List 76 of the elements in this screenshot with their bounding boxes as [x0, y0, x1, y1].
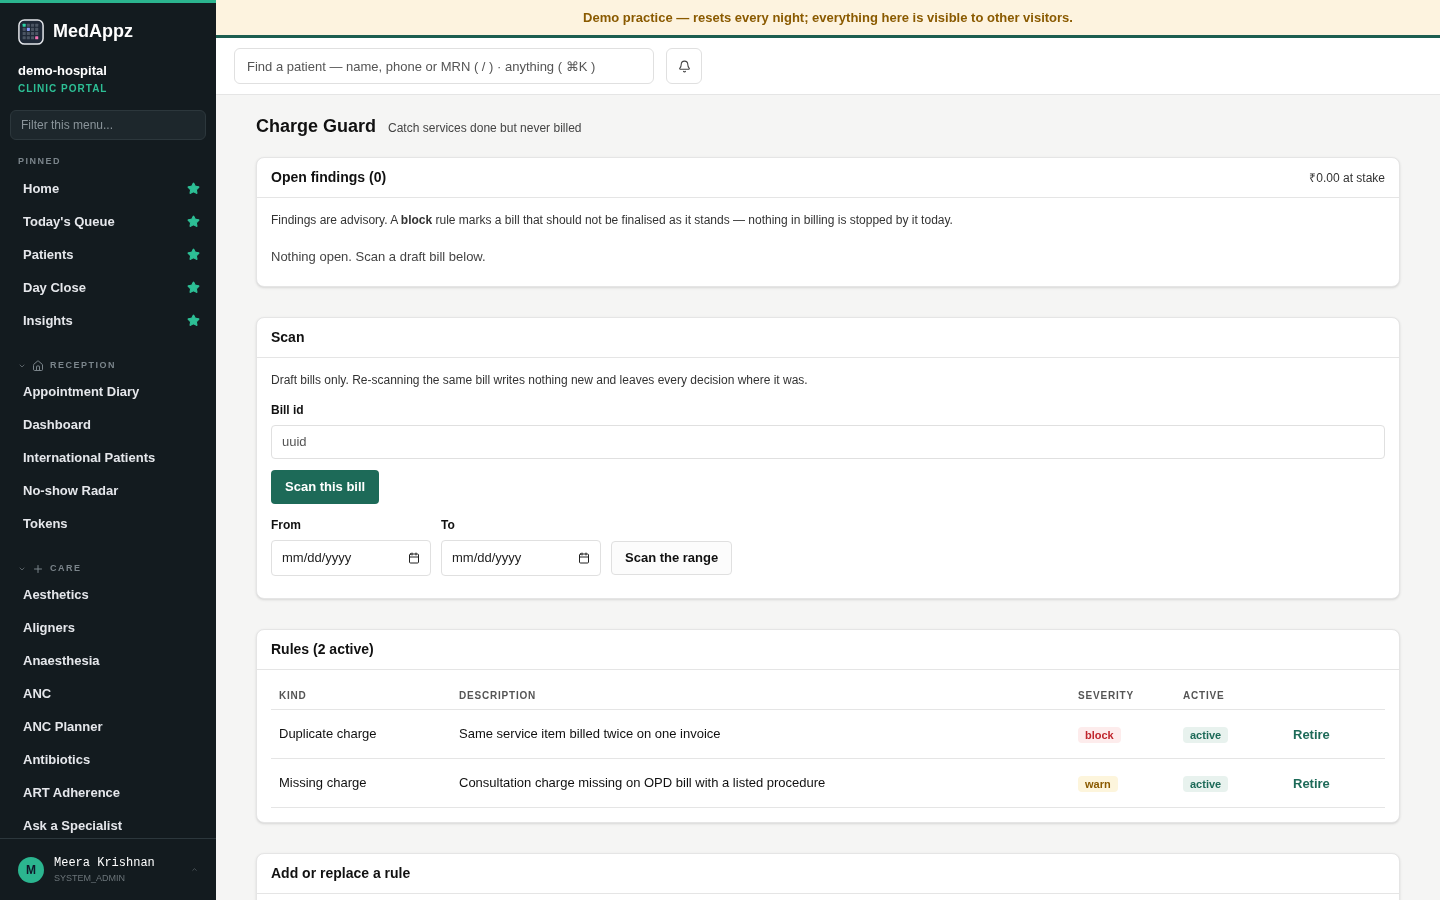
calendar-icon[interactable]	[408, 551, 420, 564]
sidebar-item[interactable]: Dashboard	[0, 408, 216, 441]
empty-message: Nothing open. Scan a draft bill below.	[271, 248, 487, 266]
calendar-icon[interactable]	[578, 551, 590, 564]
card-title: Rules (2 active)	[271, 639, 374, 659]
status-badge: active	[1183, 776, 1229, 792]
amount-at-stake: ₹0.00 at stake	[1309, 169, 1385, 187]
card-title: Open findings (0)	[271, 168, 387, 187]
user-avatar: M	[18, 856, 44, 883]
sidebar-item[interactable]: Aesthetics	[0, 578, 216, 611]
sidebar-item[interactable]: ANC	[0, 677, 216, 710]
field-label: From	[271, 516, 302, 534]
sidebar-item[interactable]: Appointment Diary	[0, 375, 216, 408]
sidebar-item[interactable]: Patients	[0, 238, 216, 271]
field-label: Bill id	[271, 401, 305, 419]
advisory-note: Findings are advisory. A block rule marks a bill that should not be finalised as it stands — nothing in billing is stopped by it today.	[271, 212, 954, 229]
column-header: KIND	[271, 681, 451, 710]
sidebar-item[interactable]: International Patients	[0, 441, 216, 474]
sidebar-item[interactable]: Home	[0, 172, 216, 205]
date-field[interactable]: mm/dd/yyyy	[441, 539, 601, 576]
date-field[interactable]: mm/dd/yyyy	[271, 539, 431, 576]
caret-icon[interactable]	[18, 362, 26, 370]
table-cell: Same service item billed twice on one invoice	[451, 709, 1070, 759]
star-icon[interactable]	[187, 182, 200, 195]
sidebar-item[interactable]: No-show Radar	[0, 474, 216, 507]
star-icon[interactable]	[187, 314, 200, 327]
plus-icon	[32, 563, 44, 575]
column-header: ACTIVE	[1175, 681, 1285, 710]
bell-icon	[677, 59, 691, 73]
scan-note: Draft bills only. Re-scanning the same bill writes nothing new and leaves every decision where it was.	[271, 371, 809, 389]
sidebar-item[interactable]: Tokens	[0, 507, 216, 540]
search-field[interactable]: Find a patient — name, phone or MRN ( / ) · anything ( ⌘K )	[234, 48, 654, 84]
menu-filter-field[interactable]: Filter this menu...	[10, 109, 206, 140]
sidebar-item[interactable]: Anaesthesia	[0, 644, 216, 677]
scan-bill-button[interactable]: Scan this bill	[271, 469, 380, 504]
severity-badge: warn	[1078, 776, 1118, 792]
user-name: Meera Krishnan	[54, 854, 156, 872]
sidebar-item[interactable]: ART Adherence	[0, 776, 216, 809]
sidebar-item[interactable]: Insights	[0, 304, 216, 337]
page-title: Charge Guard	[256, 115, 377, 138]
sidebar-item[interactable]: Aligners	[0, 611, 216, 644]
sidebar-item[interactable]: Today's Queue	[0, 205, 216, 238]
notifications-button[interactable]	[666, 48, 702, 84]
severity-badge: block	[1078, 727, 1121, 743]
column-header: DESCRIPTION	[451, 681, 1070, 710]
sidebar-item[interactable]: ANC Planner	[0, 710, 216, 743]
logo-icon	[18, 18, 44, 45]
section-heading: RECEPTION	[50, 359, 116, 373]
org-name: demo-hospital	[18, 62, 108, 80]
table-cell: Duplicate charge	[271, 709, 451, 759]
table-cell: Missing charge	[271, 758, 451, 808]
sidebar-item[interactable]: Day Close	[0, 271, 216, 304]
page-subtitle: Catch services done but never billed	[388, 120, 582, 137]
portal-label: CLINIC PORTAL	[18, 81, 109, 96]
demo-banner: Demo practice — resets every night; everything here is visible to other visitors.	[216, 0, 1440, 38]
caret-icon[interactable]	[18, 565, 26, 573]
star-icon[interactable]	[187, 248, 200, 261]
house-icon	[32, 360, 44, 372]
brand-name: MedAppz	[53, 20, 133, 43]
table-cell: Consultation charge missing on OPD bill with a listed procedure	[451, 758, 1070, 808]
scan-range-button[interactable]: Scan the range	[611, 540, 733, 575]
retire-link[interactable]: Retire	[1293, 776, 1330, 791]
section-heading: CARE	[50, 562, 82, 576]
column-header: SEVERITY	[1070, 681, 1175, 710]
user-role: SYSTEM_ADMIN	[54, 871, 126, 885]
status-badge: active	[1183, 727, 1229, 743]
bill-id-field[interactable]: uuid	[271, 424, 1385, 459]
section-heading: PINNED	[17, 154, 62, 168]
sidebar-item[interactable]: Antibiotics	[0, 743, 216, 776]
star-icon[interactable]	[187, 281, 200, 294]
sidebar-item[interactable]: Ask a Specialist	[0, 809, 216, 838]
star-icon[interactable]	[187, 215, 200, 228]
card-title: Add or replace a rule	[271, 864, 411, 883]
card-title: Scan	[271, 327, 305, 347]
retire-link[interactable]: Retire	[1293, 727, 1330, 742]
field-label: To	[441, 516, 456, 534]
